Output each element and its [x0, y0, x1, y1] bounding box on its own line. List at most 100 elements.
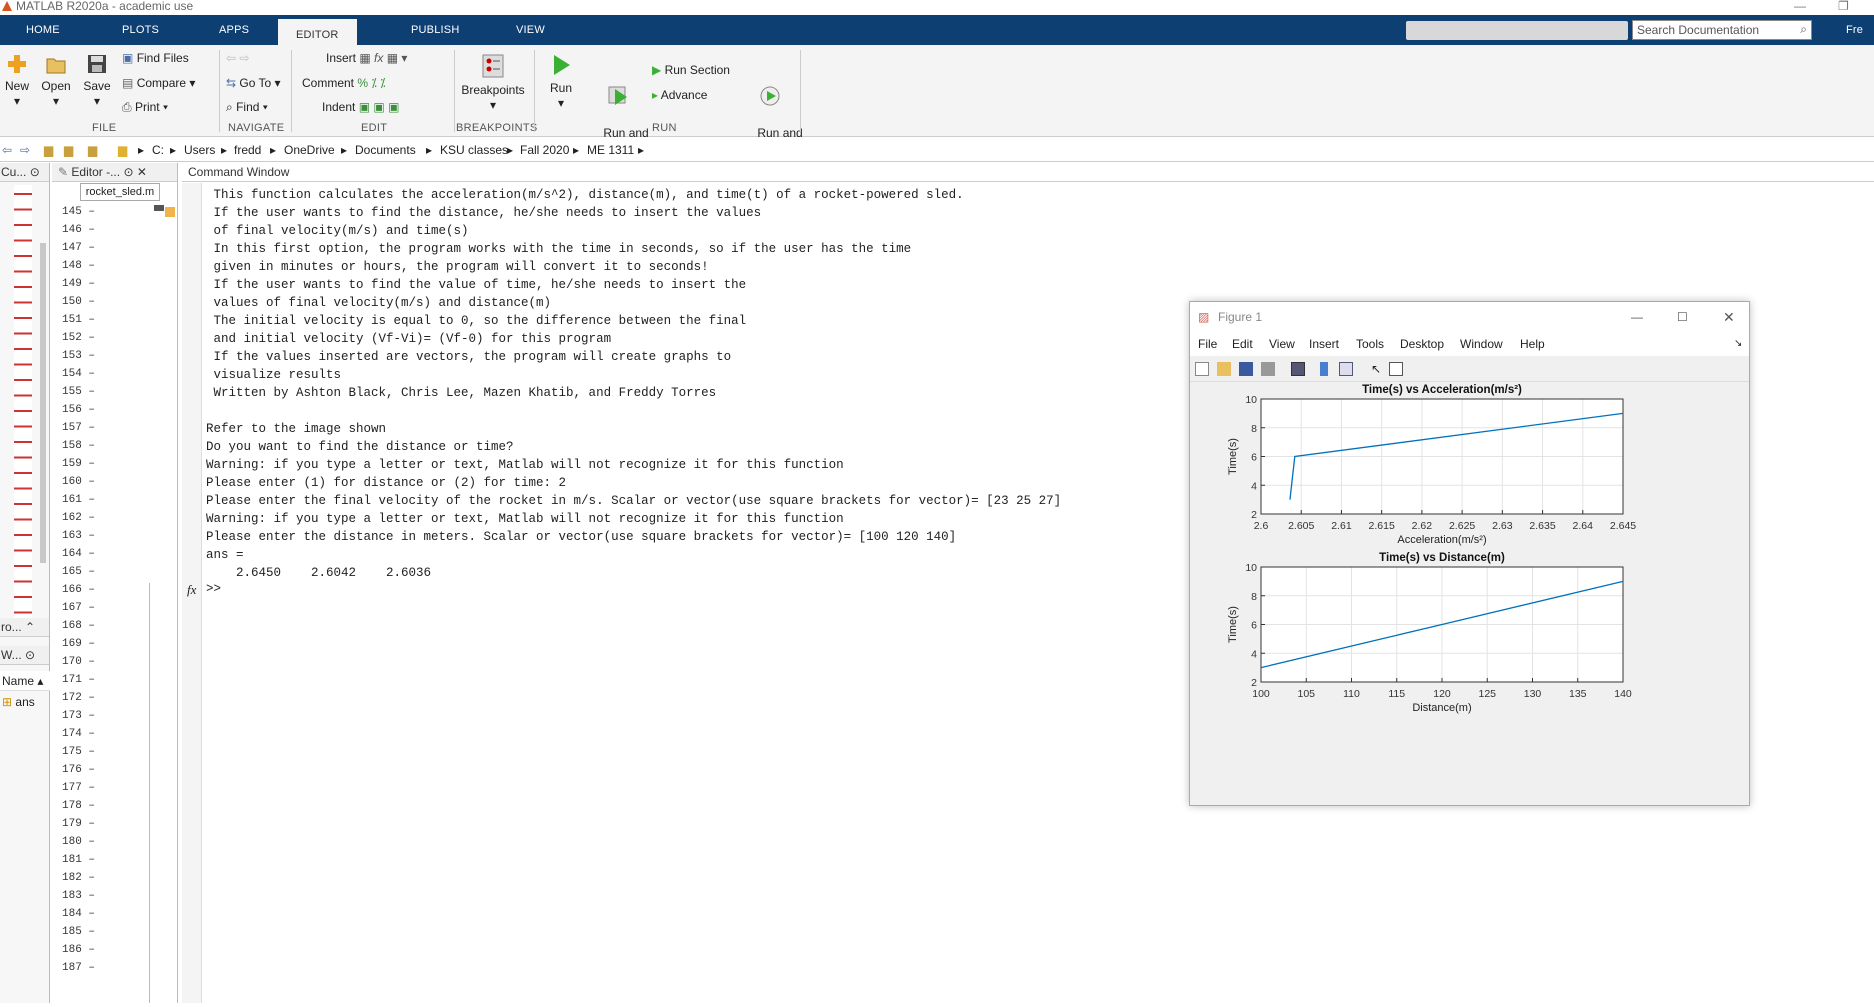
tab-apps[interactable]: APPS	[219, 24, 249, 36]
line-number: 156 –	[62, 404, 96, 416]
save-button[interactable]: Save ▾	[82, 53, 112, 109]
print-button[interactable]: ⎙ Print ▾	[122, 100, 168, 115]
line-number: 178 –	[62, 800, 96, 812]
compare-button[interactable]: ▤ Compare ▾	[122, 76, 195, 91]
y-tick-label: 6	[1251, 620, 1257, 632]
figure-toolbar: ↖	[1190, 356, 1749, 382]
close-icon[interactable]: ✕	[1723, 302, 1735, 332]
workspace-name-column[interactable]: Name ▴	[0, 671, 50, 691]
folder-up-icon[interactable]: ▆	[44, 139, 53, 161]
breadcrumb-item[interactable]: Documents	[355, 139, 416, 161]
legend-icon[interactable]	[1339, 362, 1353, 376]
tab-plots[interactable]: PLOTS	[122, 24, 159, 36]
file-tab[interactable]: rocket_sled.m	[80, 183, 160, 201]
menu-window[interactable]: Window	[1460, 332, 1503, 356]
breadcrumb-item[interactable]: fredd	[234, 139, 261, 161]
back-icon[interactable]: ⇦	[2, 139, 12, 161]
folder-scrollbar[interactable]	[40, 243, 46, 563]
run-button[interactable]: Run ▾	[545, 53, 577, 111]
user-label[interactable]: Fre	[1846, 24, 1863, 36]
insert-button[interactable]: Insert ▦ fx ▦ ▾	[326, 51, 407, 66]
go-to-button[interactable]: ⇆ Go To ▾	[226, 76, 281, 91]
search-documentation-input[interactable]: Search Documentation ⌕	[1632, 20, 1812, 40]
x-tick-label: 140	[1614, 688, 1632, 700]
x-tick-label: 2.64	[1573, 520, 1594, 532]
forward-icon[interactable]: ⇨	[20, 139, 30, 161]
folder-icon[interactable]: ▆	[88, 139, 97, 161]
output-line: If the values inserted are vectors, the …	[206, 350, 732, 364]
run-section-button[interactable]: ▶ Run Section	[652, 63, 730, 78]
options-icon[interactable]: ⊙	[123, 165, 133, 179]
menu-tools[interactable]: Tools	[1356, 332, 1384, 356]
menu-edit[interactable]: Edit	[1232, 332, 1253, 356]
maximize-icon[interactable]: ☐	[1677, 302, 1688, 332]
breadcrumb-item[interactable]: KSU classes	[440, 139, 508, 161]
function-browser-icon[interactable]: fx	[187, 582, 196, 598]
tab-publish[interactable]: PUBLISH	[411, 24, 459, 36]
chevron-up-icon[interactable]: ⌃	[25, 620, 35, 634]
warning-indicator-icon[interactable]	[165, 207, 175, 217]
divider	[291, 50, 292, 132]
print-figure-icon[interactable]	[1261, 362, 1275, 376]
quick-access-toolbar[interactable]	[1406, 21, 1628, 40]
menu-view[interactable]: View	[1269, 332, 1295, 356]
scroll-thumb[interactable]	[154, 205, 164, 211]
dock-icon[interactable]: ↘	[1734, 332, 1742, 356]
y-tick-label: 8	[1251, 591, 1257, 603]
details-title: ro...	[1, 620, 22, 634]
x-tick-label: 130	[1524, 688, 1542, 700]
breadcrumb-item[interactable]: OneDrive	[284, 139, 335, 161]
go-to-icon: ⇆	[226, 76, 237, 90]
edit-plot-icon[interactable]: ↖	[1371, 362, 1385, 376]
minimize-icon[interactable]: —	[1794, 0, 1806, 13]
line-number: 169 –	[62, 638, 96, 650]
tab-home[interactable]: HOME	[26, 24, 60, 36]
menu-file[interactable]: File	[1198, 332, 1217, 356]
tab-editor[interactable]: EDITOR	[278, 19, 357, 45]
minimize-icon[interactable]: —	[1631, 302, 1643, 332]
menu-insert[interactable]: Insert	[1309, 332, 1339, 356]
back-forward-buttons[interactable]: ⇦ ⇨	[226, 51, 249, 66]
breadcrumb-item[interactable]: C:	[152, 139, 164, 161]
compare-icon: ▤	[122, 76, 134, 90]
browse-folder-icon[interactable]: ▆	[64, 139, 73, 161]
search-icon[interactable]: ⌕	[1800, 22, 1807, 37]
menu-help[interactable]: Help	[1520, 332, 1545, 356]
find-files-button[interactable]: ▣ Find Files	[122, 51, 189, 66]
close-icon[interactable]: ✕	[137, 165, 147, 179]
breadcrumb-item[interactable]: Users	[184, 139, 215, 161]
property-inspector-icon[interactable]	[1389, 362, 1403, 376]
maximize-icon[interactable]: ❐	[1838, 0, 1849, 13]
breadcrumb-item[interactable]: Fall 2020	[520, 139, 569, 161]
workspace-variable[interactable]: ⊞ ans	[0, 693, 35, 711]
figure-window: ▨ Figure 1 — ☐ ✕ File Edit View Insert T…	[1189, 301, 1750, 806]
save-figure-icon[interactable]	[1239, 362, 1253, 376]
x-tick-label: 105	[1297, 688, 1315, 700]
new-figure-icon[interactable]	[1195, 362, 1209, 376]
open-button[interactable]: Open ▾	[40, 53, 72, 109]
x-tick-label: 2.63	[1492, 520, 1513, 532]
section-edit: EDIT	[361, 122, 388, 134]
tab-view[interactable]: VIEW	[516, 24, 545, 36]
indent-button[interactable]: Indent ▣ ▣ ▣	[322, 100, 399, 115]
menu-desktop[interactable]: Desktop	[1400, 332, 1444, 356]
output-line: of final velocity(m/s) and time(s)	[206, 224, 469, 238]
new-button[interactable]: New ▾	[4, 53, 30, 109]
line-number: 172 –	[62, 692, 96, 704]
open-file-icon[interactable]	[1217, 362, 1231, 376]
find-button[interactable]: ⌕ Find ▾	[226, 100, 268, 115]
x-tick-label: 2.62	[1412, 520, 1433, 532]
breakpoints-button[interactable]: Breakpoints ▾	[460, 53, 526, 113]
x-axis-label: Distance(m)	[1412, 702, 1471, 714]
file-list-icons[interactable]	[14, 185, 32, 625]
colorbar-icon[interactable]	[1320, 362, 1328, 376]
breadcrumb-item[interactable]: ME 1311	[587, 139, 634, 161]
folder-open-icon	[46, 58, 66, 74]
command-prompt[interactable]: >>	[206, 582, 221, 596]
command-output: This function calculates the acceleratio…	[206, 186, 1061, 582]
advance-button[interactable]: ▸ Advance	[652, 88, 707, 103]
options-icon[interactable]: ⊙	[25, 648, 35, 662]
link-plot-icon[interactable]	[1291, 362, 1305, 376]
options-icon[interactable]: ⊙	[30, 165, 40, 179]
comment-button[interactable]: Comment % ⁒ ⁒	[302, 76, 386, 91]
